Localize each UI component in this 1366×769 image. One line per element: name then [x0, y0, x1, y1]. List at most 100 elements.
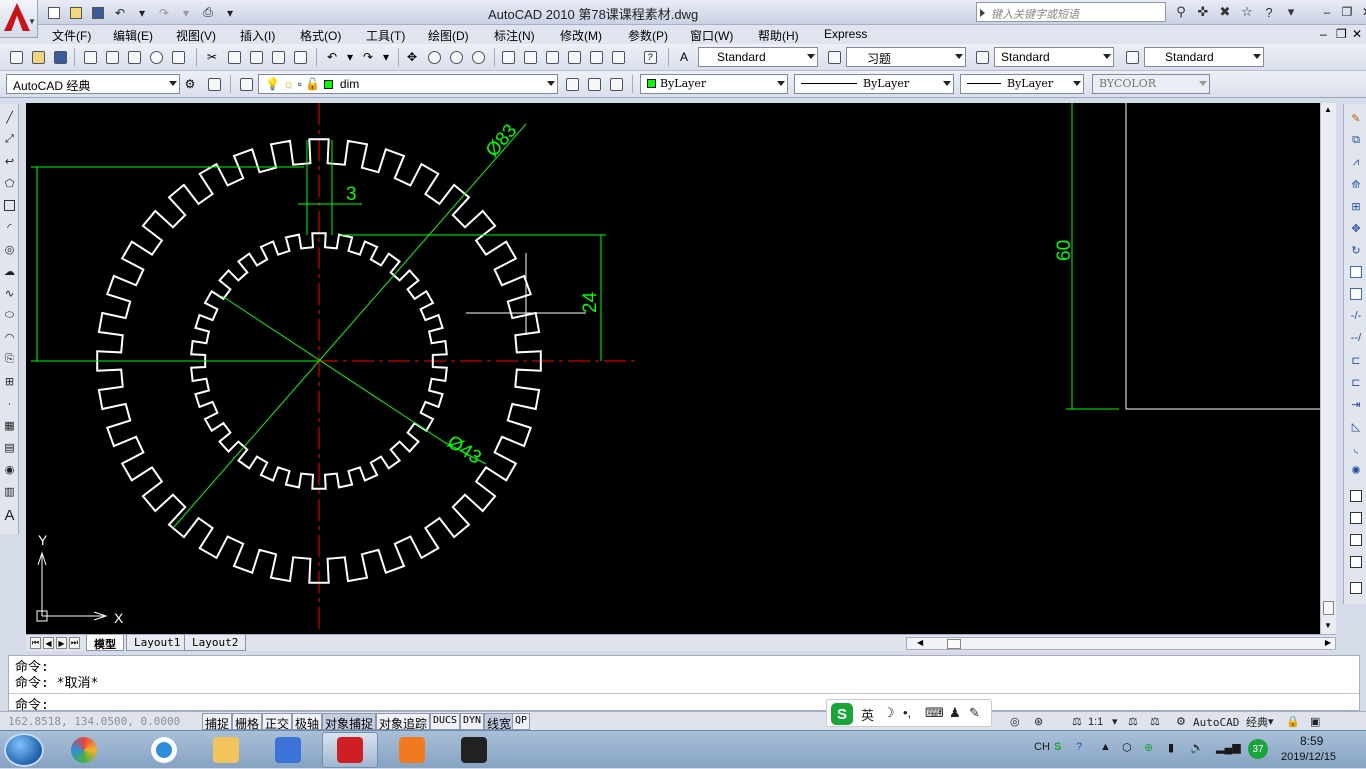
- plot-preview-icon[interactable]: [102, 47, 122, 67]
- annotation-scale[interactable]: 1:1: [1088, 714, 1103, 729]
- paste-icon[interactable]: [246, 47, 266, 67]
- properties-icon[interactable]: [498, 47, 518, 67]
- spline-icon[interactable]: ∿: [2, 286, 17, 301]
- binoculars-icon[interactable]: ⚲: [1172, 3, 1190, 21]
- doc-restore-icon[interactable]: ❐: [1336, 27, 1347, 41]
- save-icon[interactable]: [50, 47, 70, 67]
- menu-help[interactable]: 帮助(H): [758, 27, 799, 44]
- table-style-icon[interactable]: [972, 47, 992, 67]
- menu-parametric[interactable]: 参数(P): [628, 27, 668, 44]
- taskbar-recorder[interactable]: [446, 732, 502, 768]
- subscription-icon[interactable]: ✜: [1194, 3, 1212, 21]
- zoom-realtime-icon[interactable]: [424, 47, 444, 67]
- match-properties-icon[interactable]: [268, 47, 288, 67]
- help-tray-icon[interactable]: ?: [1076, 741, 1082, 753]
- qp-toggle[interactable]: QP: [512, 713, 531, 730]
- taskbar-explorer[interactable]: [198, 732, 254, 768]
- first-tab-icon[interactable]: ⏮: [30, 637, 41, 649]
- ellipse-icon[interactable]: ⬭: [2, 308, 17, 323]
- copy-icon[interactable]: [224, 47, 244, 67]
- undo-dropdown-icon[interactable]: ▾: [340, 47, 360, 67]
- menu-format[interactable]: 格式(O): [300, 27, 341, 44]
- table-style-select[interactable]: Standard: [994, 47, 1114, 67]
- draworder-below-icon[interactable]: [1348, 580, 1364, 596]
- menu-window[interactable]: 窗口(W): [690, 27, 733, 44]
- annotation-scale-icon[interactable]: ⚖: [1072, 714, 1082, 729]
- tab-layout2[interactable]: Layout2: [184, 635, 247, 651]
- layer-previous-icon[interactable]: [584, 74, 604, 94]
- dim-style-icon[interactable]: [824, 47, 844, 67]
- plot-icon[interactable]: [80, 47, 100, 67]
- scale-icon[interactable]: [1348, 264, 1364, 280]
- menu-edit[interactable]: 编辑(E): [113, 27, 153, 44]
- lineweight-toggle[interactable]: 线宽: [484, 713, 515, 731]
- scroll-right-icon[interactable]: ▶: [1325, 638, 1331, 647]
- region-icon[interactable]: ◉: [2, 462, 17, 477]
- zoom-window-icon[interactable]: [446, 47, 466, 67]
- clock-date[interactable]: 2019/12/15: [1281, 751, 1336, 763]
- cut-icon[interactable]: ✂: [202, 47, 222, 67]
- taskbar-ie[interactable]: [136, 732, 192, 768]
- menu-modify[interactable]: 修改(M): [560, 27, 602, 44]
- layer-states-icon[interactable]: [606, 74, 626, 94]
- draworder-icon[interactable]: [1348, 488, 1364, 504]
- volume-icon[interactable]: 🔈: [1190, 741, 1204, 754]
- doc-close-icon[interactable]: ✕: [1352, 27, 1362, 41]
- plot-icon[interactable]: ⎙: [198, 4, 218, 22]
- block-editor-icon[interactable]: [290, 47, 310, 67]
- point-icon[interactable]: ·: [2, 396, 17, 411]
- polygon-icon[interactable]: ⬠: [2, 176, 17, 191]
- polar-toggle[interactable]: 极轴: [292, 713, 323, 731]
- workspace-select[interactable]: AutoCAD 经典: [6, 74, 180, 94]
- chamfer-icon[interactable]: ◺: [1348, 418, 1364, 434]
- restore-icon[interactable]: ❐: [1338, 4, 1356, 20]
- design-center-icon[interactable]: [520, 47, 540, 67]
- keyboard-icon[interactable]: ⌨: [925, 705, 944, 721]
- revision-cloud-icon[interactable]: ☁: [2, 264, 17, 279]
- annotation-visibility-icon[interactable]: ⚖: [1128, 714, 1138, 729]
- erase-icon[interactable]: ✎: [1348, 110, 1364, 126]
- communication-icon[interactable]: ✖: [1216, 3, 1234, 21]
- color-select[interactable]: ByLayer: [640, 74, 788, 94]
- taskbar-color-app[interactable]: [56, 732, 112, 768]
- zoom-previous-icon[interactable]: [468, 47, 488, 67]
- etransmit-icon[interactable]: [168, 47, 188, 67]
- make-block-icon[interactable]: ⊞: [2, 374, 17, 389]
- undo-icon[interactable]: ↶: [110, 4, 130, 22]
- open-icon[interactable]: [28, 47, 48, 67]
- my-workspace-icon[interactable]: [204, 74, 224, 94]
- workspace-settings-icon[interactable]: ⚙: [180, 74, 200, 94]
- help-icon[interactable]: ?: [640, 47, 660, 67]
- extend-icon[interactable]: --/: [1348, 330, 1364, 346]
- linetype-select[interactable]: ByLayer: [794, 74, 954, 94]
- ducs-toggle[interactable]: DUCS: [430, 713, 461, 730]
- prev-tab-icon[interactable]: ◀: [43, 637, 54, 649]
- start-button[interactable]: [4, 733, 44, 767]
- mirror-icon[interactable]: ⩘: [1348, 154, 1364, 170]
- osnap-toggle[interactable]: 对象捕捉: [322, 713, 377, 731]
- workspace-dropdown-icon[interactable]: ▾: [1268, 714, 1274, 729]
- fillet-icon[interactable]: ◟: [1348, 440, 1364, 456]
- undo-icon[interactable]: ↶: [322, 47, 342, 67]
- help-icon[interactable]: ?: [1260, 3, 1278, 21]
- multiline-text-icon[interactable]: A: [2, 507, 17, 524]
- stretch-icon[interactable]: [1348, 286, 1364, 302]
- add-tray-icon[interactable]: ⊕: [1144, 741, 1153, 754]
- drawing-canvas[interactable]: Ø83 3 24 Ø43 60 Y X: [26, 103, 1320, 634]
- doc-minimize-icon[interactable]: –: [1320, 27, 1327, 41]
- scroll-up-icon[interactable]: ▲: [1324, 105, 1332, 114]
- line-icon[interactable]: ╱: [2, 110, 17, 125]
- cube-tray-icon[interactable]: ⬡: [1122, 741, 1132, 754]
- menu-view[interactable]: 视图(V): [176, 27, 216, 44]
- circle-icon[interactable]: ◎: [2, 242, 17, 257]
- application-menu-button[interactable]: ▼: [0, 0, 38, 38]
- clean-screen-icon[interactable]: ▣: [1310, 714, 1320, 729]
- layer-properties-icon[interactable]: [236, 74, 256, 94]
- vertical-scrollbar[interactable]: ▲ ▼: [1320, 103, 1336, 634]
- security-badge[interactable]: 37: [1248, 739, 1268, 759]
- scroll-left-icon[interactable]: ◀: [917, 638, 923, 647]
- polyline-icon[interactable]: ↩: [2, 154, 17, 169]
- hatch-icon[interactable]: ▦: [2, 418, 17, 433]
- qat-dropdown-icon[interactable]: ▾: [220, 4, 240, 22]
- ortho-toggle[interactable]: 正交: [262, 713, 293, 731]
